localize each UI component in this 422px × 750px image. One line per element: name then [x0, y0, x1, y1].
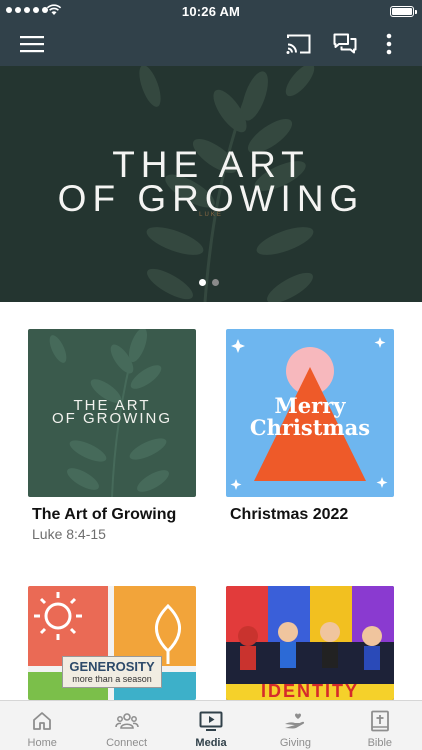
hamburger-menu-icon [20, 36, 44, 53]
tab-label: Media [195, 737, 227, 749]
tab-connect[interactable]: Connect [84, 701, 168, 750]
series-card-christmas-2022[interactable]: Merry Christmas Christmas 2022 [226, 329, 394, 523]
status-time: 10:26 AM [181, 4, 241, 19]
thumb-title-line2: OF GROWING [52, 410, 172, 427]
tab-label: Bible [367, 737, 393, 749]
tab-home[interactable]: Home [0, 701, 84, 750]
tab-bible[interactable]: Bible [338, 701, 422, 750]
thumb-title-line1: IDENTITY [260, 681, 359, 700]
card-subtitle: Luke 8:4-15 [32, 526, 106, 542]
tab-label: Home [27, 737, 57, 749]
generosity-badge: GENEROSITY more than a season [62, 656, 162, 688]
series-card-identity[interactable]: IDENTITY [226, 586, 394, 700]
series-card-art-of-growing[interactable]: THE ART OF GROWING The Art of Growing Lu… [28, 329, 196, 542]
carousel-pager[interactable] [199, 279, 219, 286]
home-icon [33, 712, 52, 730]
tab-media[interactable]: Media [169, 701, 253, 750]
bible-icon [370, 710, 389, 732]
thumb-title-line2: more than a season [72, 674, 152, 684]
cast-button[interactable] [285, 30, 313, 58]
video-play-icon [199, 711, 223, 731]
series-thumbnail: THE ART OF GROWING [28, 329, 196, 497]
people-icon [114, 713, 139, 729]
series-thumbnail: Merry Christmas [226, 329, 394, 497]
card-title: Christmas 2022 [230, 506, 349, 523]
status-bar: 10:26 AM [0, 0, 422, 22]
battery-icon [390, 6, 417, 17]
series-thumbnail: IDENTITY [226, 586, 394, 700]
tab-giving[interactable]: Giving [253, 701, 337, 750]
tab-label: Giving [279, 737, 312, 749]
thumb-title-line1: Merry [274, 393, 346, 418]
chat-button[interactable] [331, 30, 359, 58]
hero-subtitle: LUKE [199, 212, 223, 218]
series-thumbnail: GENEROSITY more than a season [28, 586, 196, 700]
chat-icon [333, 33, 357, 54]
more-vertical-icon [386, 33, 392, 55]
pager-dot-1[interactable] [199, 279, 206, 286]
cast-icon [286, 34, 311, 54]
featured-series-banner[interactable]: THE ART OF GROWING LUKE [0, 66, 422, 302]
card-title: The Art of Growing [32, 506, 177, 523]
giving-hand-icon [285, 713, 305, 729]
tab-label: Connect [106, 737, 148, 749]
pager-dot-2[interactable] [212, 279, 219, 286]
app-bar [0, 22, 422, 66]
more-options-button[interactable] [375, 30, 403, 58]
bottom-tab-bar: Home Connect Media Giving Bible [0, 700, 422, 750]
thumb-title-line2: Christmas [249, 415, 371, 440]
thumb-title-line1: GENEROSITY [69, 659, 155, 674]
series-card-generosity[interactable]: GENEROSITY more than a season [28, 586, 196, 700]
hamburger-menu-button[interactable] [18, 30, 46, 58]
